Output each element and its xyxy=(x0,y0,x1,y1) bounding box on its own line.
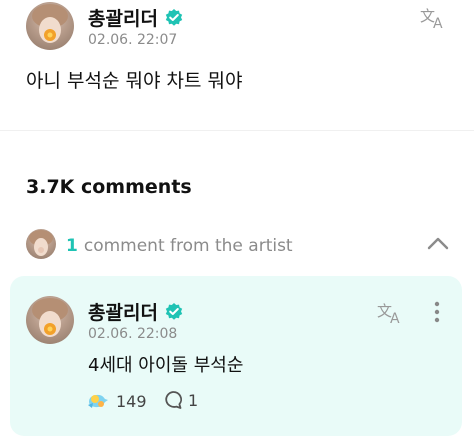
verified-badge-icon xyxy=(165,8,183,26)
svg-text:A: A xyxy=(390,311,400,325)
translate-icon[interactable]: 文 A xyxy=(420,6,448,30)
post-timestamp: 02.06. 22:07 xyxy=(88,32,178,48)
artist-comment-count: 1 xyxy=(66,236,78,256)
reply-button[interactable]: 1 xyxy=(163,390,198,410)
translate-icon[interactable]: 文 A xyxy=(377,301,405,325)
reaction-button[interactable]: 149 xyxy=(86,390,147,412)
artist-avatar[interactable] xyxy=(26,229,56,259)
section-divider xyxy=(0,130,474,131)
reply-bubble-icon xyxy=(165,391,183,409)
verified-badge-icon xyxy=(165,302,183,320)
comments-count: 3.7K comments xyxy=(26,176,192,198)
reaction-count: 149 xyxy=(116,391,147,411)
comment-author-name[interactable]: 총괄리더 xyxy=(88,298,158,325)
reply-count: 1 xyxy=(188,390,199,410)
post-body-text: 아니 부석순 뭐야 차트 뭐야 xyxy=(26,70,243,92)
post-detail-page: 총괄리더 02.06. 22:07 文 A 아니 부석순 뭐야 차트 뭐야 3.… xyxy=(0,0,474,440)
author-name[interactable]: 총괄리더 xyxy=(88,4,158,31)
artist-comment-label: comment from the artist xyxy=(83,236,293,256)
comment-author-avatar[interactable] xyxy=(26,296,74,344)
reaction-icon xyxy=(88,394,108,408)
author-name-row[interactable]: 총괄리더 xyxy=(88,4,184,31)
comment-author-row[interactable]: 총괄리더 xyxy=(88,298,184,325)
author-avatar[interactable] xyxy=(26,2,74,50)
comment-timestamp: 02.06. 22:08 xyxy=(88,326,178,342)
comment-body-text: 4세대 아이돌 부석순 xyxy=(88,355,244,376)
artist-comment-toggle[interactable]: 1 comment from the artist xyxy=(66,236,293,256)
chevron-up-icon[interactable] xyxy=(427,236,449,250)
more-vertical-icon[interactable] xyxy=(432,301,442,323)
svg-text:A: A xyxy=(433,16,443,30)
